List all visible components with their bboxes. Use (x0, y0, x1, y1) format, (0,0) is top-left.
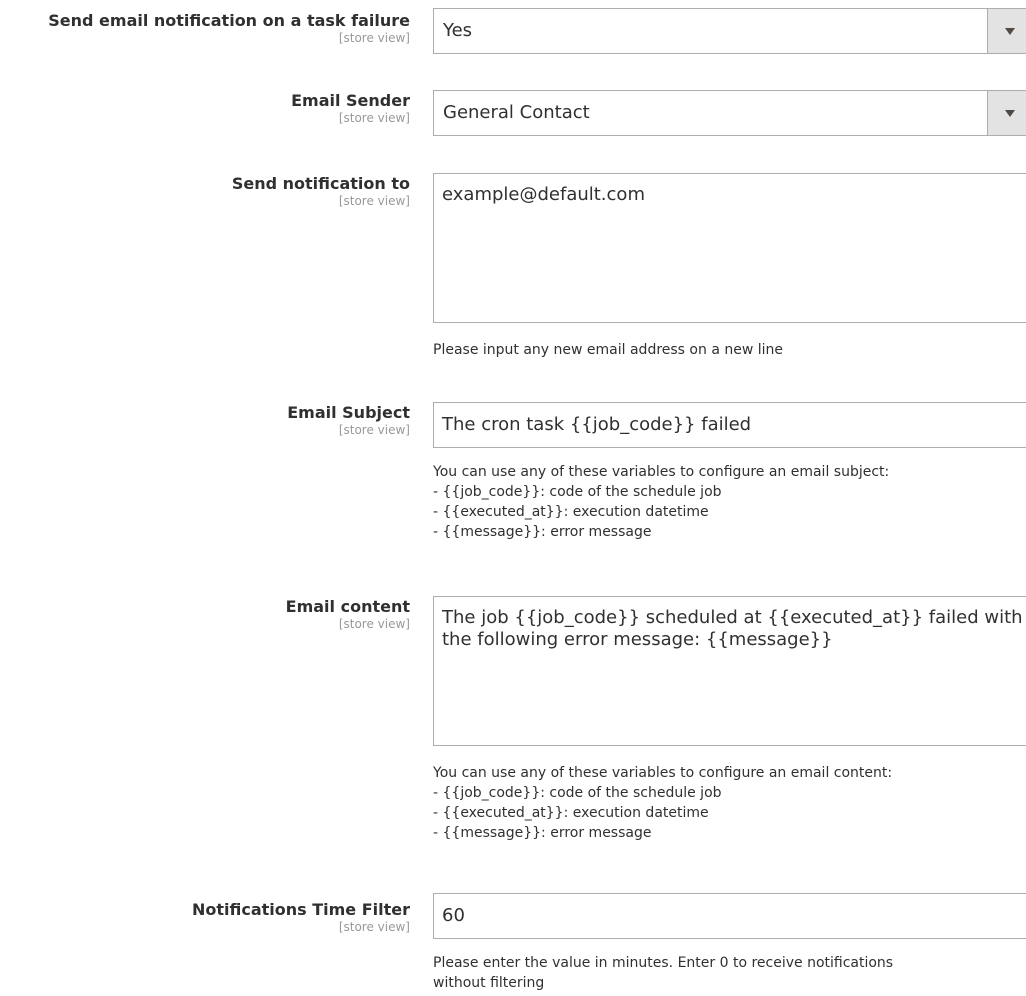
scope-label: [store view] (338, 617, 410, 631)
chevron-down-icon (1005, 28, 1015, 35)
time-filter-input[interactable]: 60 (433, 893, 1026, 939)
note-line: - {{message}}: error message (433, 524, 652, 540)
send-to-textarea[interactable]: example@default.com (433, 173, 1026, 323)
note-line: Please input any new email address on a … (433, 342, 783, 358)
field-note: Please enter the value in minutes. Enter… (433, 953, 1026, 993)
dropdown-button[interactable] (987, 91, 1026, 135)
note-line: - {{executed_at}}: execution datetime (433, 504, 709, 520)
note-line: - {{job_code}}: code of the schedule job (433, 484, 722, 500)
scope-label: [store view] (338, 111, 410, 125)
email-subject-input[interactable]: The cron task {{job_code}} failed (433, 402, 1026, 448)
field-label-group: Email Sender [store view] (0, 90, 410, 125)
email-content-textarea[interactable]: The job {{job_code}} scheduled at {{exec… (433, 596, 1026, 746)
field-note: Please input any new email address on a … (433, 340, 1026, 360)
note-line: - {{executed_at}}: execution datetime (433, 805, 709, 821)
failure-notify-select[interactable]: Yes (433, 8, 1026, 54)
note-line: You can use any of these variables to co… (433, 765, 893, 781)
field-label: Email Sender (291, 91, 410, 110)
field-label-group: Notifications Time Filter [store view] (0, 899, 410, 934)
scope-label: [store view] (338, 920, 410, 934)
field-label: Email Subject (287, 403, 410, 422)
select-value: Yes (443, 20, 473, 41)
note-line: - {{job_code}}: code of the schedule job (433, 785, 722, 801)
note-line: Please enter the value in minutes. Enter… (433, 955, 894, 971)
note-line: You can use any of these variables to co… (433, 464, 890, 480)
note-line: - {{message}}: error message (433, 825, 652, 841)
select-value: General Contact (443, 102, 590, 123)
note-line: without filtering (433, 975, 545, 991)
field-label-group: Email Subject [store view] (0, 402, 410, 437)
field-note: You can use any of these variables to co… (433, 462, 1026, 542)
dropdown-button[interactable] (987, 9, 1026, 53)
field-note: You can use any of these variables to co… (433, 763, 1026, 843)
field-label: Email content (285, 597, 410, 616)
field-label-group: Send email notification on a task failur… (0, 10, 410, 45)
field-label: Send notification to (231, 174, 410, 193)
scope-label: [store view] (338, 31, 410, 45)
config-form: Send email notification on a task failur… (0, 0, 1026, 996)
scope-label: [store view] (338, 423, 410, 437)
field-label: Send email notification on a task failur… (48, 11, 410, 30)
scope-label: [store view] (338, 194, 410, 208)
field-label-group: Email content [store view] (0, 596, 410, 631)
chevron-down-icon (1005, 110, 1015, 117)
field-label-group: Send notification to [store view] (0, 173, 410, 208)
email-sender-select[interactable]: General Contact (433, 90, 1026, 136)
field-label: Notifications Time Filter (191, 900, 410, 919)
